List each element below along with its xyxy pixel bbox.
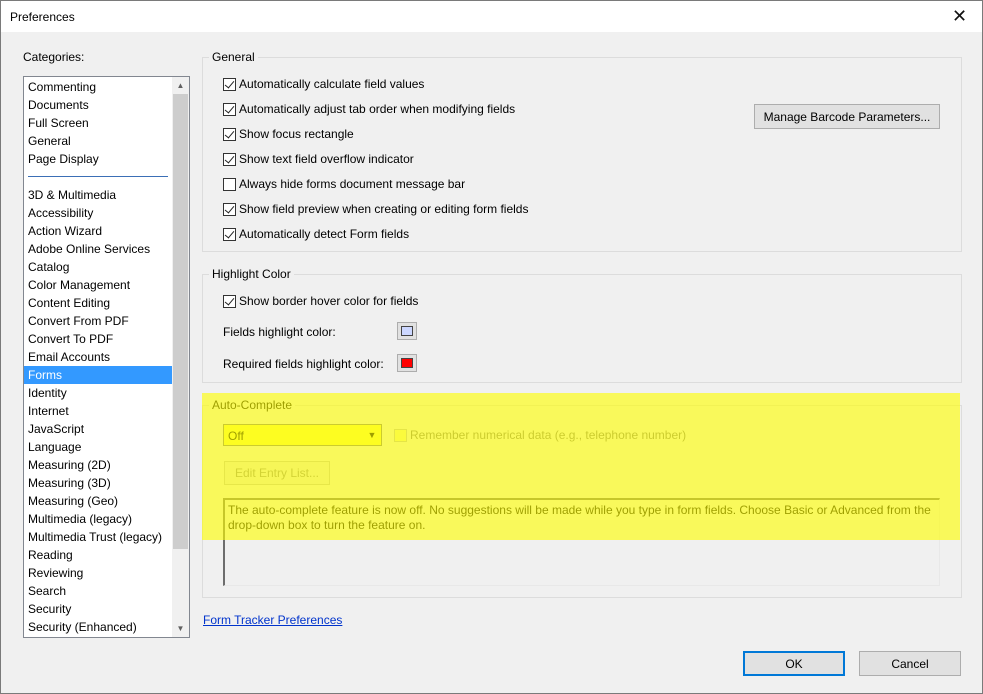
general-option-label: Automatically adjust tab order when modi… [239, 102, 516, 116]
category-item[interactable]: Multimedia Trust (legacy) [24, 528, 172, 546]
categories-list[interactable]: Commenting Documents Full Screen General Pag… [23, 76, 190, 638]
general-option-row[interactable]: Always hide forms document message bar [223, 176, 465, 192]
general-option-label: Automatically detect Form fields [239, 227, 410, 241]
scroll-thumb[interactable] [173, 94, 188, 549]
fields-highlight-color-button[interactable] [397, 322, 417, 340]
remember-numerical-checkbox[interactable] [394, 428, 407, 442]
category-item[interactable]: 3D & Multimedia [24, 186, 172, 204]
required-highlight-swatch [401, 358, 413, 368]
general-option-row[interactable]: Show text field overflow indicator [223, 151, 414, 167]
general-option-row[interactable]: Automatically adjust tab order when modi… [223, 101, 515, 117]
fields-highlight-label: Fields highlight color: [223, 325, 336, 339]
general-option-checkbox[interactable] [223, 77, 236, 91]
category-item[interactable]: Catalog [24, 258, 172, 276]
autocomplete-mode-select[interactable]: Off ▼ [223, 424, 382, 446]
remember-numerical-row[interactable]: Remember numerical data (e.g., telephone… [394, 427, 686, 443]
category-item[interactable]: Page Display [24, 150, 172, 168]
category-item[interactable]: Color Management [24, 276, 172, 294]
category-item[interactable]: Measuring (3D) [24, 474, 172, 492]
close-icon[interactable]: ✕ [937, 1, 982, 32]
category-item[interactable]: Adobe Online Services [24, 240, 172, 258]
remember-numerical-label: Remember numerical data (e.g., telephone… [410, 428, 687, 442]
general-option-label: Show field preview when creating or edit… [239, 202, 529, 216]
category-item[interactable]: Email Accounts [24, 348, 172, 366]
category-item[interactable]: Language [24, 438, 172, 456]
title-bar[interactable]: Preferences ✕ [1, 1, 982, 32]
category-item[interactable]: General [24, 132, 172, 150]
category-item[interactable]: Commenting [24, 78, 172, 96]
category-separator [24, 168, 172, 186]
general-option-label: Always hide forms document message bar [239, 177, 466, 191]
general-option-checkbox[interactable] [223, 202, 236, 216]
category-item[interactable]: JavaScript [24, 420, 172, 438]
scroll-up-icon[interactable]: ▲ [172, 77, 189, 94]
border-hover-row[interactable]: Show border hover color for fields [223, 293, 418, 309]
general-option-label: Show text field overflow indicator [239, 152, 414, 166]
general-option-row[interactable]: Automatically calculate field values [223, 76, 424, 92]
category-item[interactable]: Security (Enhanced) [24, 618, 172, 636]
form-tracker-link[interactable]: Form Tracker Preferences [203, 613, 342, 627]
category-item[interactable]: Internet [24, 402, 172, 420]
fields-highlight-swatch [401, 326, 413, 336]
border-hover-checkbox[interactable] [223, 294, 236, 308]
category-item[interactable]: Documents [24, 96, 172, 114]
general-option-row[interactable]: Show field preview when creating or edit… [223, 201, 528, 217]
category-item[interactable]: Accessibility [24, 204, 172, 222]
general-option-row[interactable]: Automatically detect Form fields [223, 226, 409, 242]
manage-barcode-button[interactable]: Manage Barcode Parameters... [754, 104, 940, 129]
autocomplete-legend: Auto-Complete [212, 398, 293, 412]
required-highlight-label: Required fields highlight color: [223, 357, 384, 371]
category-item[interactable]: Convert To PDF [24, 330, 172, 348]
categories-items: Commenting Documents Full Screen General Pag… [24, 78, 172, 636]
required-highlight-color-button[interactable] [397, 354, 417, 372]
category-item[interactable]: Reviewing [24, 564, 172, 582]
category-item[interactable]: Identity [24, 384, 172, 402]
category-item[interactable]: Content Editing [24, 294, 172, 312]
border-hover-label: Show border hover color for fields [239, 294, 419, 308]
general-option-checkbox[interactable] [223, 152, 236, 166]
general-option-label: Automatically calculate field values [239, 77, 425, 91]
general-option-label: Show focus rectangle [239, 127, 354, 141]
category-item[interactable]: Security [24, 600, 172, 618]
general-legend: General [212, 50, 255, 64]
cancel-button[interactable]: Cancel [859, 651, 961, 676]
general-option-row[interactable]: Show focus rectangle [223, 126, 354, 142]
general-option-checkbox[interactable] [223, 177, 236, 191]
edit-entry-list-button[interactable]: Edit Entry List... [224, 461, 330, 485]
categories-label: Categories: [23, 50, 85, 64]
category-item[interactable]: Forms [24, 366, 172, 384]
window-title: Preferences [10, 10, 75, 24]
general-option-checkbox[interactable] [223, 102, 236, 116]
category-item[interactable]: Full Screen [24, 114, 172, 132]
category-item[interactable]: Reading [24, 546, 172, 564]
categories-scrollbar[interactable]: ▲ ▼ [172, 77, 189, 637]
category-item[interactable]: Multimedia (legacy) [24, 510, 172, 528]
category-item[interactable]: Measuring (2D) [24, 456, 172, 474]
preferences-dialog: Preferences ✕ Categories: Commenting Docu… [0, 0, 983, 694]
category-item[interactable]: Convert From PDF [24, 312, 172, 330]
scroll-down-icon[interactable]: ▼ [172, 620, 189, 637]
category-item[interactable]: Search [24, 582, 172, 600]
autocomplete-mode-value: Off [228, 429, 244, 443]
general-option-checkbox[interactable] [223, 227, 236, 241]
chevron-down-icon[interactable]: ▼ [363, 425, 381, 445]
category-item[interactable]: Measuring (Geo) [24, 492, 172, 510]
highlight-legend: Highlight Color [212, 267, 291, 281]
general-option-checkbox[interactable] [223, 127, 236, 141]
ok-button[interactable]: OK [743, 651, 845, 676]
category-item[interactable]: Action Wizard [24, 222, 172, 240]
autocomplete-description: The auto-complete feature is now off. No… [223, 498, 940, 586]
